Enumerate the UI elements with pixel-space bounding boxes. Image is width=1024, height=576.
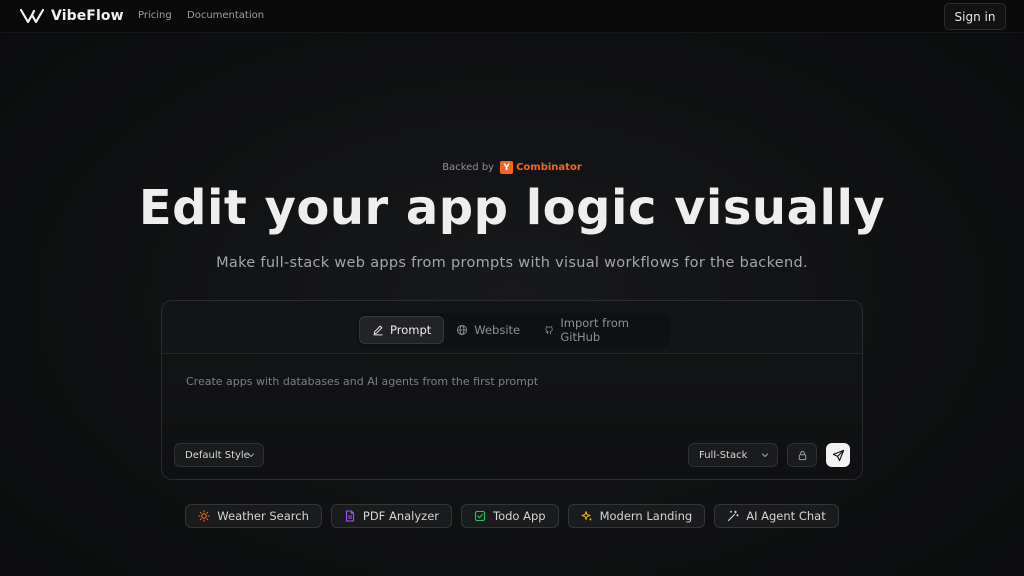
stack-select-value: Full-Stack bbox=[699, 449, 748, 461]
suggestion-label: Modern Landing bbox=[599, 509, 693, 523]
chevron-down-icon bbox=[247, 453, 255, 458]
private-toggle-button[interactable] bbox=[787, 443, 817, 467]
magic-wand-icon bbox=[728, 510, 739, 522]
globe-icon bbox=[457, 325, 468, 335]
nav-pricing-link[interactable]: Pricing bbox=[138, 10, 172, 21]
composer-tab-group: Prompt Website Import from GitHub bbox=[357, 313, 670, 347]
tab-website-label: Website bbox=[474, 323, 521, 337]
github-icon bbox=[545, 326, 553, 335]
send-icon bbox=[832, 449, 844, 461]
sparkles-icon bbox=[581, 511, 592, 522]
tab-prompt[interactable]: Prompt bbox=[359, 316, 445, 344]
lock-icon bbox=[798, 450, 806, 460]
y-combinator-name: Combinator bbox=[516, 162, 582, 173]
prompt-input[interactable] bbox=[186, 372, 826, 390]
send-button[interactable] bbox=[826, 443, 850, 467]
suggestion-label: Todo App bbox=[493, 509, 546, 523]
brand-name: VibeFlow bbox=[51, 8, 124, 24]
tab-import-github[interactable]: Import from GitHub bbox=[532, 316, 668, 344]
suggestion-label: AI Agent Chat bbox=[746, 509, 826, 523]
stack-select[interactable]: Full-Stack bbox=[688, 443, 778, 467]
backed-by-label: Backed by bbox=[442, 162, 495, 173]
suggestion-pdf-analyzer[interactable]: PDF Analyzer bbox=[330, 504, 452, 528]
suggestion-todo-app[interactable]: Todo App bbox=[461, 504, 559, 528]
style-select-value: Default Style bbox=[185, 449, 250, 461]
suggestion-label: Weather Search bbox=[217, 509, 309, 523]
suggestion-modern-landing[interactable]: Modern Landing bbox=[567, 504, 706, 528]
vibeflow-logo-icon bbox=[20, 8, 44, 24]
suggestion-weather-search[interactable]: Weather Search bbox=[185, 504, 322, 528]
checkbox-icon bbox=[474, 510, 486, 522]
chevron-down-icon bbox=[761, 453, 769, 458]
composer-tab-header: Prompt Website Import from GitHub bbox=[162, 301, 862, 354]
suggestion-ai-agent-chat[interactable]: AI Agent Chat bbox=[714, 504, 839, 528]
style-select[interactable]: Default Style bbox=[174, 443, 264, 467]
tab-prompt-label: Prompt bbox=[390, 323, 432, 337]
document-icon bbox=[345, 510, 354, 522]
suggestion-chips: Weather Search PDF Analyzer Todo App Mod… bbox=[0, 504, 1024, 528]
hero-title: Edit your app logic visually bbox=[138, 180, 886, 236]
tab-import-github-label: Import from GitHub bbox=[560, 316, 629, 344]
hero-subtitle: Make full-stack web apps from prompts wi… bbox=[216, 255, 808, 271]
backed-by-line: Backed by Y Combinator bbox=[0, 161, 1024, 174]
pencil-icon bbox=[373, 325, 383, 336]
suggestion-label: PDF Analyzer bbox=[362, 509, 439, 523]
y-combinator-logo-icon: Y bbox=[500, 161, 514, 174]
nav-documentation-link[interactable]: Documentation bbox=[187, 10, 264, 21]
tab-website[interactable]: Website bbox=[444, 316, 532, 344]
sun-icon bbox=[198, 510, 211, 522]
sign-in-button[interactable]: Sign in bbox=[944, 3, 1006, 30]
brand-logo[interactable]: VibeFlow bbox=[20, 6, 124, 26]
top-navigation-bar: VibeFlow Pricing Documentation Sign in bbox=[0, 0, 1024, 33]
